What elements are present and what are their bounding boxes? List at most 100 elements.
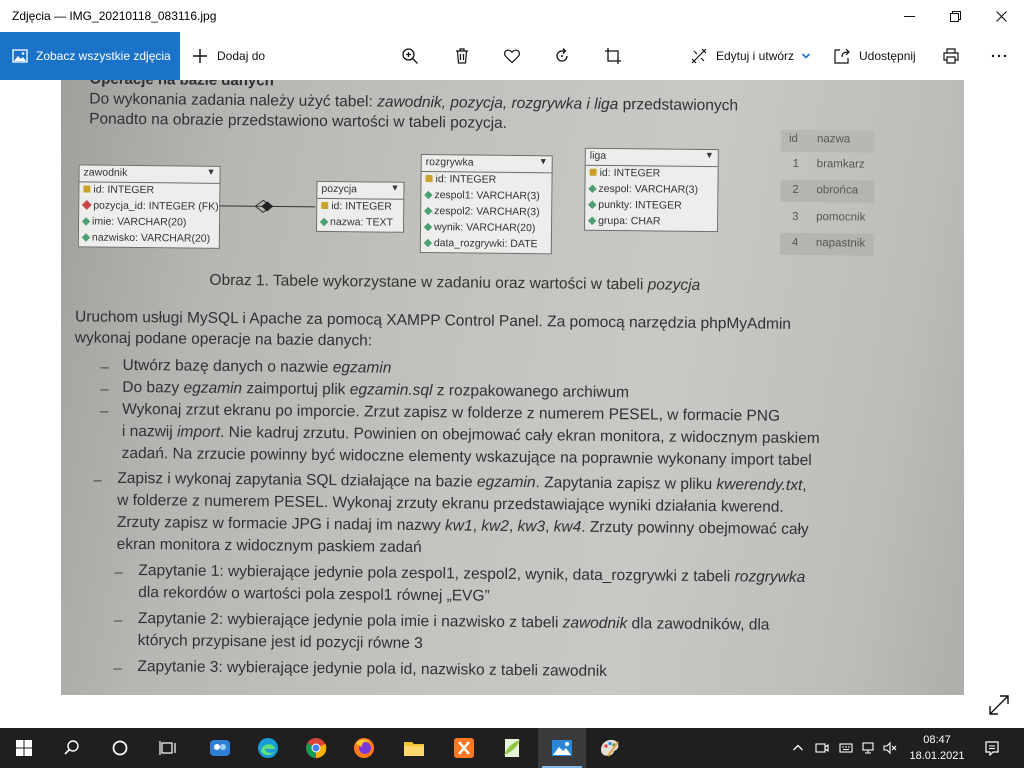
table-pozycja: pozycja ▼ id: INTEGER nazwa: TEXT (315, 180, 405, 233)
taskbar-app[interactable] (390, 728, 438, 768)
figure-caption: Obraz 1. Tabele wykorzystane w zadaniu o… (209, 271, 701, 294)
minimize-button[interactable] (886, 0, 932, 32)
network-icon (862, 742, 874, 754)
table-column: pozycja_id: INTEGER (FK) (79, 198, 219, 215)
edge-icon (258, 738, 278, 758)
list-item: Do bazy egzamin zaimportuj plik egzamin.… (122, 378, 630, 402)
list-item-continued: zadań. Na zrzucie powinny być widoczne e… (121, 444, 812, 470)
table-header: liga ▼ (585, 148, 718, 168)
task-view-button[interactable] (144, 728, 192, 768)
print-icon (943, 48, 959, 64)
delete-button[interactable] (453, 32, 471, 80)
list-item: Zapisz i wykonaj zapytania SQL działając… (117, 469, 807, 495)
view-all-photos-button[interactable]: Zobacz wszystkie zdjęcia (0, 32, 180, 80)
rotate-icon (556, 48, 568, 62)
doc-heading: Operacje na bazie danych (89, 80, 273, 89)
list-item-continued: w folderze z numerem PESEL. Wykonaj zrzu… (117, 491, 784, 516)
values-header-row: id nazwa (780, 129, 876, 153)
table-header: pozycja ▼ (317, 181, 404, 200)
show-hidden-icons-button[interactable] (788, 728, 808, 768)
keyboard-icon (839, 743, 853, 753)
close-icon (995, 10, 1007, 22)
list-item: Utwórz bazę danych o nazwie egzamin (122, 356, 392, 377)
doc-intro-line-2: Ponadto na obrazie przedstawiono wartośc… (89, 110, 508, 132)
title-bar: Zdjęcia — IMG_20210118_083116.jpg (0, 0, 1024, 32)
taskbar-app[interactable] (340, 728, 388, 768)
crop-button[interactable] (604, 32, 622, 80)
search-icon (64, 740, 79, 755)
table-column: wynik: VARCHAR(20) (421, 220, 551, 237)
tray-camera[interactable] (812, 728, 832, 768)
taskbar-app[interactable] (440, 728, 488, 768)
column-icon (587, 216, 597, 226)
column-icon (81, 217, 91, 226)
tray-network[interactable] (858, 728, 878, 768)
taskbar-app[interactable] (244, 728, 292, 768)
zoom-button[interactable] (401, 32, 419, 80)
start-button[interactable] (0, 728, 48, 768)
table-column: nazwisko: VARCHAR(20) (79, 230, 219, 247)
sub-list-item: Zapytanie 3: wybierające jedynie pola id… (137, 658, 608, 680)
table-header: rozgrywka ▼ (421, 154, 552, 174)
notifications-icon (985, 741, 999, 756)
column-icon (423, 238, 433, 248)
file-explorer-icon (404, 742, 424, 756)
more-icon (991, 54, 1007, 58)
taskbar-app[interactable] (196, 728, 244, 768)
cortana-icon (112, 740, 128, 756)
firefox-icon (354, 738, 374, 758)
values-row: 2 obrońca (780, 179, 875, 203)
share-icon (834, 48, 850, 64)
taskbar-app[interactable] (586, 728, 634, 768)
clock-time: 08:47 (923, 734, 951, 746)
primary-key-icon (589, 168, 597, 176)
restore-button[interactable] (932, 0, 978, 32)
paragraph-line: wykonaj podane operacje na bazie danych: (74, 329, 373, 350)
more-options-button[interactable] (990, 32, 1008, 80)
webcam-icon (815, 743, 829, 753)
share-button[interactable]: Udostępnij (833, 32, 916, 80)
tray-volume[interactable] (880, 728, 900, 768)
column-icon (423, 222, 433, 232)
task-view-icon (159, 741, 176, 755)
add-to-button[interactable]: Dodaj do (191, 32, 265, 80)
taskbar-app-active[interactable] (538, 728, 586, 768)
plus-icon (193, 49, 207, 63)
sub-list-item-continued: których przypisane jest id pozycji równe… (137, 632, 423, 653)
values-row: 4 napastnik (779, 232, 874, 256)
column-icon (81, 233, 91, 242)
chrome-icon (306, 738, 327, 759)
action-center-button[interactable] (978, 728, 1006, 768)
table-rozgrywka: rozgrywka ▼ id: INTEGER zespol1: VARCHAR(… (419, 153, 553, 255)
taskbar-app[interactable] (488, 728, 536, 768)
edit-create-button[interactable]: Edytuj i utwórz (690, 32, 811, 80)
primary-key-icon (83, 185, 91, 193)
list-item: Wykonaj zrzut ekranu po imporcie. Zrzut … (122, 400, 781, 425)
primary-key-icon (321, 201, 329, 210)
table-liga: liga ▼ id: INTEGER zespol: VARCHAR(3) pun… (584, 147, 719, 233)
rotate-button[interactable] (553, 32, 571, 80)
notepad-plus-icon (504, 739, 520, 757)
taskbar-clock[interactable]: 08:47 18.01.2021 (900, 732, 974, 764)
cortana-button[interactable] (96, 728, 144, 768)
table-column: id: INTEGER (421, 172, 551, 189)
chevron-up-icon (793, 744, 803, 751)
clock-date: 18.01.2021 (909, 750, 965, 762)
table-column: id: INTEGER (79, 182, 219, 199)
table-column: id: INTEGER (317, 199, 403, 216)
tray-keyboard[interactable] (836, 728, 856, 768)
favorite-button[interactable] (503, 32, 521, 80)
expand-icon[interactable] (986, 692, 1012, 718)
taskbar-app[interactable] (292, 728, 340, 768)
table-column: zespol1: VARCHAR(3) (421, 188, 551, 205)
windows-start-icon (16, 740, 32, 756)
photo-viewer-canvas[interactable]: Operacje na bazie danych Do wykonania za… (0, 80, 1024, 728)
print-button[interactable] (942, 32, 960, 80)
search-button[interactable] (48, 728, 96, 768)
column-icon (588, 200, 597, 210)
list-item-continued: i nazwij import. Nie kadruj zrzutu. Powi… (121, 422, 820, 448)
column-icon (319, 217, 329, 227)
values-row: 3 pomocnik (792, 210, 866, 224)
view-all-label: Zobacz wszystkie zdjęcia (36, 49, 171, 63)
close-button[interactable] (978, 0, 1024, 32)
